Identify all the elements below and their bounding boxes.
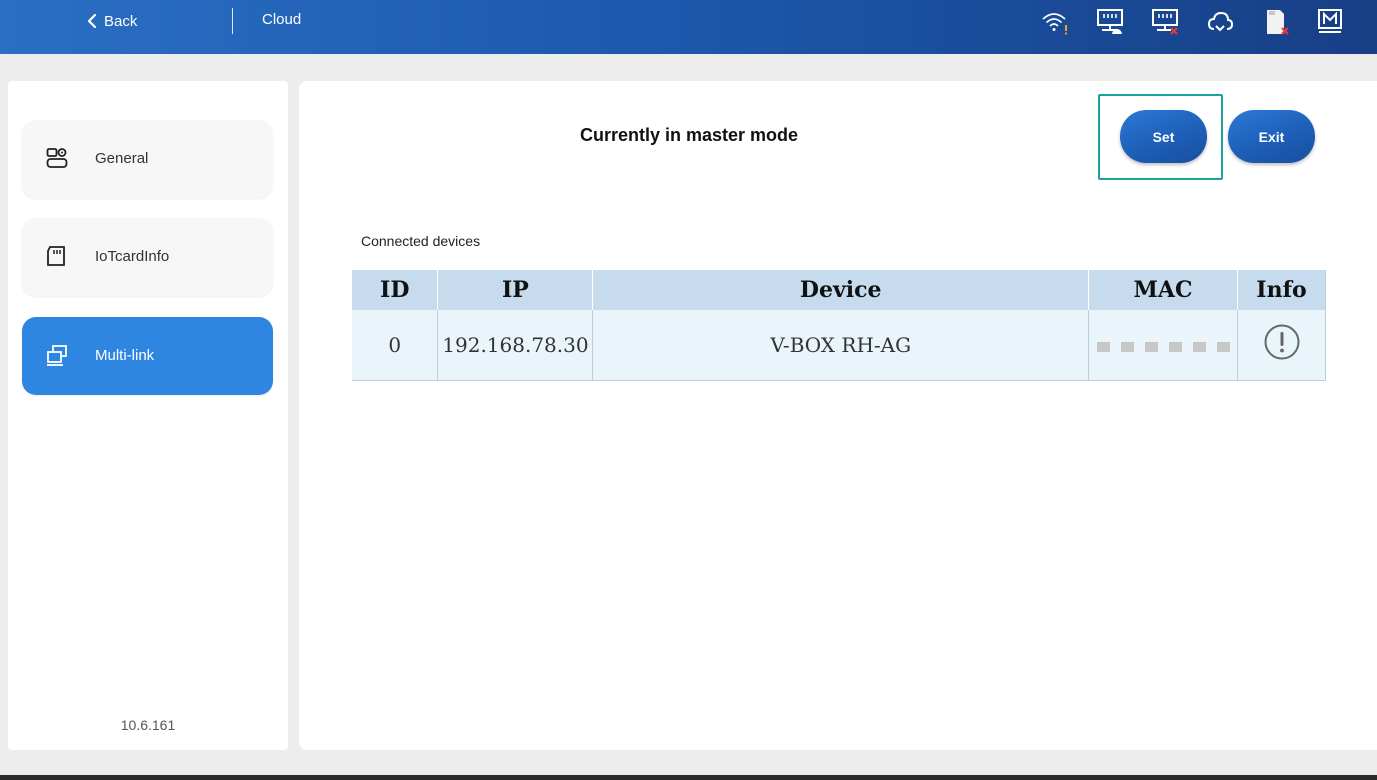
cell-mac [1088,310,1238,381]
bottom-bar [0,775,1377,780]
back-button[interactable]: Back [86,10,137,32]
column-header-ip: IP [437,270,594,310]
cloud-icon[interactable] [1206,8,1234,36]
cell-id: 0 [352,310,439,381]
info-icon[interactable] [1263,323,1301,361]
mode-title: Currently in master mode [579,125,799,145]
sd-card-error-icon[interactable] [1262,8,1290,36]
network-connected-icon[interactable] [1096,8,1124,36]
column-header-mac: MAC [1088,270,1238,310]
header-divider [232,8,233,34]
devices-table: ID IP Device MAC Info 0 192.168.78.30 V-… [352,270,1326,381]
exit-button[interactable]: Exit [1228,110,1315,163]
sim-card-icon [47,246,65,266]
m-mode-icon[interactable] [1316,8,1344,36]
column-header-id: ID [352,270,439,310]
table-header-row: ID IP Device MAC Info [352,270,1326,310]
wifi-warning-icon[interactable] [1040,8,1068,36]
multi-link-icon [47,345,67,366]
cell-device: V-BOX RH-AG [592,310,1090,381]
page-title: Cloud [262,11,302,28]
main-panel: Currently in master mode Set Exit Connec… [299,81,1377,750]
top-bar: Back Cloud [0,0,1377,54]
set-button[interactable]: Set [1120,110,1207,163]
back-label: Back [104,12,138,30]
sidebar-item-general[interactable]: General [22,120,273,198]
cell-info [1237,310,1326,381]
sidebar-item-label: Multi-link [95,347,155,364]
cell-ip: 192.168.78.30 [437,310,594,381]
table-row[interactable]: 0 192.168.78.30 V-BOX RH-AG [352,310,1326,381]
sidebar-item-label: General [95,150,149,167]
connected-devices-label: Connected devices [361,233,481,249]
column-header-device: Device [592,270,1090,310]
chevron-left-icon [87,14,97,28]
version-label: 10.6.161 [120,717,176,733]
device-settings-icon [46,148,68,168]
sidebar: General IoTcardInfo Multi-link 10.6.161 [8,81,288,750]
column-header-info: Info [1237,270,1326,310]
sidebar-item-label: IoTcardInfo [95,248,170,265]
mac-redacted [1096,341,1230,352]
sidebar-item-multi-link[interactable]: Multi-link [22,317,273,395]
sidebar-item-iotcardinfo[interactable]: IoTcardInfo [22,218,273,296]
network-error-icon[interactable] [1151,8,1179,36]
